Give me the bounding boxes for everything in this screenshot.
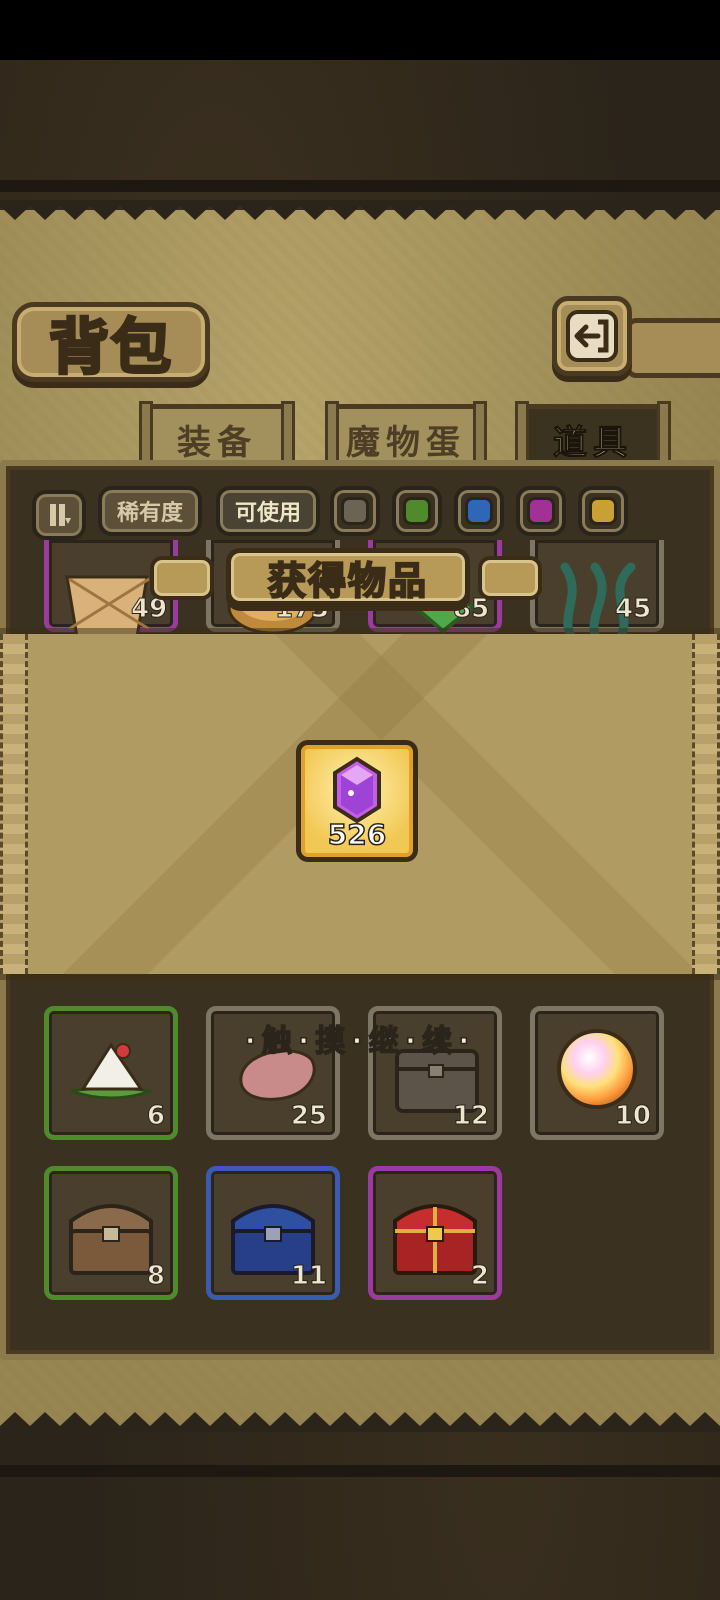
filter-swatch-purple[interactable] [516, 486, 566, 536]
tab-monster-eggs-label: 魔物蛋 [346, 423, 466, 463]
popup-edge-right [692, 634, 720, 974]
tab-items-label: 道具 [553, 423, 633, 464]
pause-sort-icon [50, 504, 71, 526]
back-arrow-icon [566, 310, 618, 362]
popup-edge-left [0, 634, 28, 974]
popup-title: 获得物品 [267, 558, 428, 604]
filter-swatch-blue[interactable] [454, 486, 504, 536]
usable-filter-button[interactable]: 可使用 [216, 486, 320, 536]
item-slot[interactable]: 8 [44, 1166, 178, 1300]
item-slot[interactable]: 11 [206, 1166, 340, 1300]
item-slot[interactable]: 2 [368, 1166, 502, 1300]
back-rail [626, 318, 720, 378]
banner-cap-left [150, 556, 214, 600]
filter-swatch-gold[interactable] [578, 486, 628, 536]
page-title: 背包 [48, 311, 173, 384]
status-bar [0, 0, 720, 60]
reward-item-slot[interactable]: 526 [296, 740, 418, 862]
usable-filter-label: 可使用 [234, 501, 301, 526]
item-count: 12 [452, 1101, 489, 1132]
sort-toggle-button[interactable] [32, 490, 86, 540]
item-count: 6 [146, 1101, 165, 1132]
filter-swatch-green[interactable] [392, 486, 442, 536]
zigzag-edge-bottom [0, 1412, 720, 1432]
item-count: 45 [614, 594, 652, 625]
banner-cap-right [478, 556, 542, 600]
touch-to-continue-text: ·触·摸·继·续· [244, 1023, 476, 1060]
page-title-plate: 背包 [12, 302, 210, 384]
filter-swatch-grey[interactable] [330, 486, 380, 536]
reward-quantity: 526 [327, 817, 387, 852]
item-count: 8 [146, 1261, 165, 1292]
item-count: 2 [470, 1261, 489, 1292]
zigzag-edge-top [0, 200, 720, 220]
rarity-filter-label: 稀有度 [116, 501, 183, 526]
back-button[interactable] [552, 296, 632, 376]
popup-title-banner: 获得物品 [226, 548, 470, 606]
item-count: 11 [290, 1261, 327, 1292]
tab-equipment-label: 装备 [177, 423, 257, 463]
item-count: 10 [614, 1101, 651, 1132]
item-slot-partial[interactable]: 45 [530, 540, 664, 647]
rarity-filter-button[interactable]: 稀有度 [98, 486, 202, 536]
item-count: 25 [290, 1101, 327, 1132]
